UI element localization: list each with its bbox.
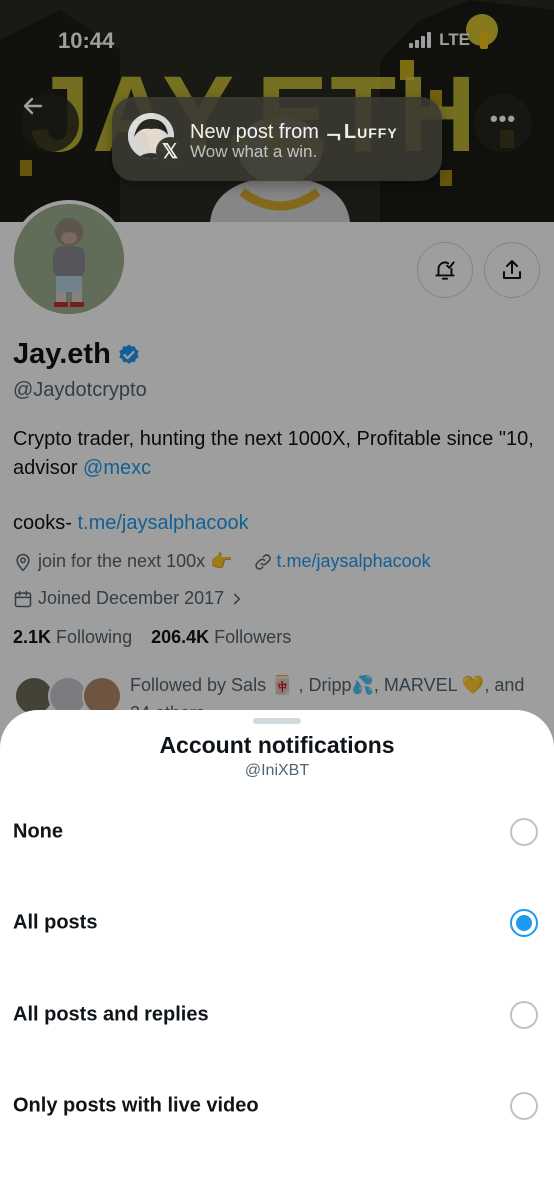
notification-title: New post from ᆨLuffy [190,115,398,144]
account-notifications-sheet: Account notifications @IniXBT None All p… [0,710,554,1200]
sheet-subtitle: @IniXBT [244,762,310,779]
notification-message: Wow what a win. [190,142,318,161]
option-all-posts[interactable]: All posts [0,883,554,963]
option-label: None [13,820,63,843]
radio-all-posts[interactable] [510,909,538,937]
option-label: All posts and replies [13,1003,209,1026]
option-none[interactable]: None [0,792,554,872]
sheet-grabber[interactable] [253,718,301,724]
notification-title-prefix: New post from [190,121,319,143]
radio-live-video[interactable] [510,1092,538,1120]
notification-sender: ᆨLuffy [324,121,398,143]
radio-none[interactable] [510,818,538,846]
radio-all-posts-and-replies[interactable] [510,1001,538,1029]
option-label: Only posts with live video [13,1094,259,1117]
option-live-video[interactable]: Only posts with live video [0,1066,554,1146]
option-label: All posts [13,911,98,934]
sheet-title: Account notifications [159,732,395,758]
option-all-posts-and-replies[interactable]: All posts and replies [0,975,554,1055]
new-post-notification[interactable]: 𝕏 New post from ᆨLuffy Wow what a win. [112,97,442,181]
x-logo-icon: 𝕏 [156,137,184,165]
